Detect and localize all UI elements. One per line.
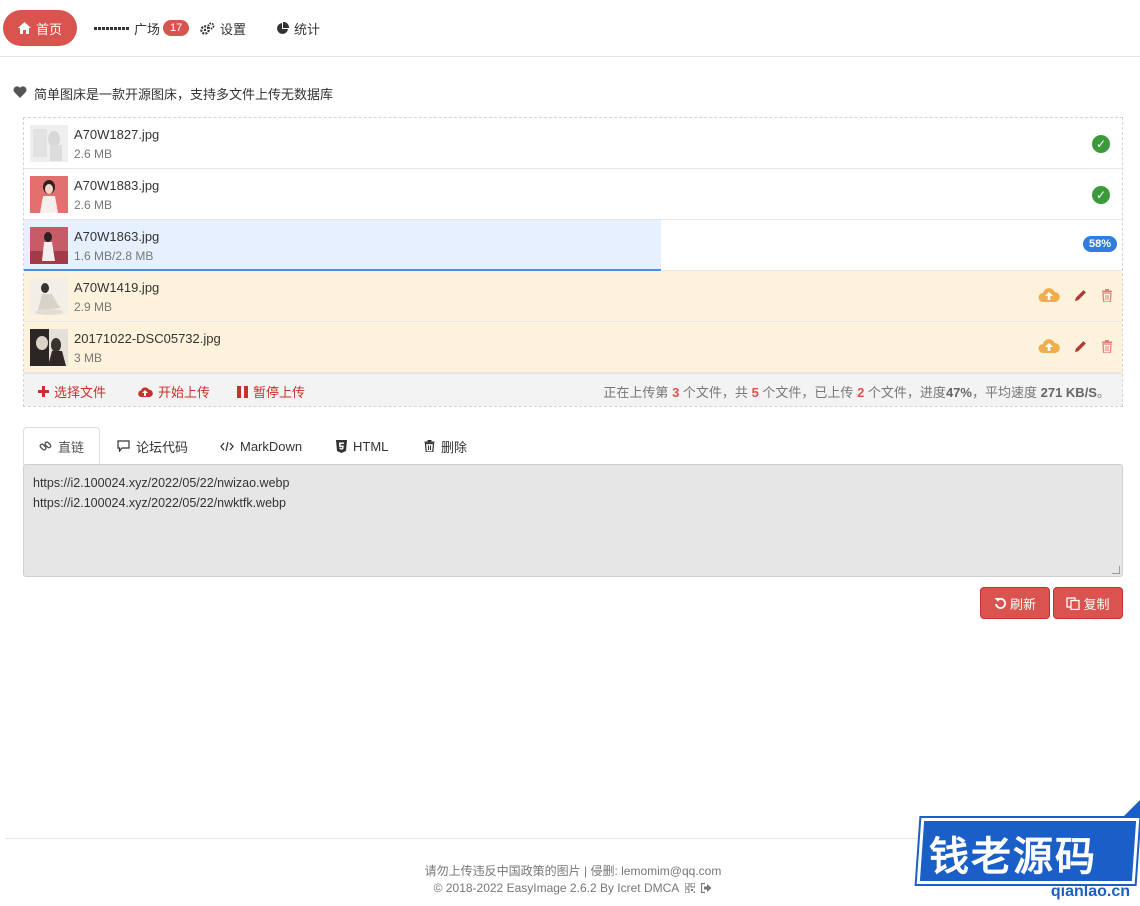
check-circle-icon: ✓: [1092, 135, 1110, 153]
gears-icon: [200, 22, 215, 35]
nav-settings-label: 设置: [220, 21, 247, 37]
status-total: 5: [751, 385, 759, 400]
html5-icon: [336, 439, 347, 453]
row-actions: [1024, 287, 1113, 303]
tab-delete-label: 删除: [441, 439, 468, 455]
nav-home[interactable]: 首页: [3, 10, 77, 46]
nav-home-label: 首页: [35, 21, 62, 37]
refresh-button[interactable]: 刷新: [980, 587, 1050, 619]
trash-icon: [424, 440, 435, 452]
watermark-url: qianlao.cn: [1050, 883, 1130, 900]
tab-delete[interactable]: 删除: [424, 427, 467, 465]
intro-text: 简单图床是一款开源图床，支持多文件上传无数据库: [13, 84, 333, 103]
tab-html[interactable]: HTML: [336, 427, 388, 465]
file-name: A70W1883.jpg: [74, 178, 160, 193]
link-line: https://i2.100024.xyz/2022/05/22/nwizao.…: [33, 476, 290, 490]
trash-icon[interactable]: [1101, 288, 1113, 302]
pause-upload-label: 暂停上传: [253, 385, 306, 400]
file-row-pending: 20171022-DSC05732.jpg 3 MB: [24, 322, 1122, 373]
file-size: 2.6 MB: [74, 198, 113, 212]
link-icon: [39, 440, 52, 453]
file-name: 20171022-DSC05732.jpg: [74, 331, 221, 346]
file-thumbnail: [30, 227, 68, 264]
file-name: A70W1863.jpg: [74, 229, 160, 244]
refresh-label: 刷新: [1009, 596, 1036, 612]
upload-queue: A70W1827.jpg 2.6 MB ✓ A70W1883.jpg 2.6 M…: [23, 117, 1123, 407]
copy-icon: [1066, 596, 1081, 610]
uploader-toolbar: 选择文件 开始上传 暂停上传 正在上传第 3 个文件，共 5 个文件，已上传 2…: [24, 373, 1122, 406]
link-format-tabs: 直链 论坛代码 MarkDown HTML 删除: [23, 427, 1123, 465]
start-upload-button[interactable]: 开始上传: [137, 382, 210, 401]
status-uploaded: 2: [857, 385, 865, 400]
file-row-uploading: A70W1863.jpg 1.6 MB/2.8 MB 58%: [24, 220, 1122, 271]
nav-plaza-label: 广场: [134, 21, 161, 37]
pause-icon: [237, 385, 248, 398]
watermark-logo: 钱老源码 qianlao.cn: [916, 800, 1140, 906]
home-icon: [17, 22, 31, 34]
file-row: A70W1883.jpg 2.6 MB ✓: [24, 169, 1122, 220]
heart-icon: [13, 86, 27, 101]
nav-stats[interactable]: 统计: [262, 10, 334, 46]
file-thumbnail: [30, 329, 68, 366]
status-current: 3: [672, 385, 680, 400]
progress-badge: 58%: [1082, 236, 1117, 252]
refresh-icon: [994, 597, 1007, 610]
nav-plaza[interactable]: 广场 17: [80, 10, 203, 46]
tab-forum-code[interactable]: 论坛代码: [117, 427, 188, 465]
watermark-text: 钱老源码: [929, 834, 1097, 880]
link-line: https://i2.100024.xyz/2022/05/22/nwktfk.…: [33, 496, 286, 510]
nav-stats-label: 统计: [294, 21, 321, 37]
tab-html-label: HTML: [353, 438, 389, 454]
tab-direct-link-label: 直链: [58, 439, 85, 455]
trash-icon[interactable]: [1101, 339, 1113, 353]
grid-icon: [94, 26, 129, 30]
file-row: A70W1827.jpg 2.6 MB ✓: [24, 118, 1122, 169]
file-thumbnail: [30, 125, 68, 162]
cloud-upload-icon[interactable]: [1038, 338, 1060, 354]
file-thumbnail: [30, 176, 68, 213]
cloud-upload-icon[interactable]: [1038, 287, 1060, 303]
comment-icon: [117, 440, 130, 452]
copy-button[interactable]: 复制: [1053, 587, 1123, 619]
resize-handle[interactable]: [1112, 566, 1120, 574]
tab-markdown-label: MarkDown: [240, 438, 303, 454]
pause-upload-button[interactable]: 暂停上传: [237, 382, 305, 401]
file-thumbnail: [30, 278, 68, 315]
file-size: 3 MB: [74, 351, 103, 365]
row-actions: [1024, 338, 1113, 354]
file-name: A70W1419.jpg: [74, 280, 160, 295]
tab-direct-link[interactable]: 直链: [23, 427, 101, 465]
file-size: 2.9 MB: [74, 300, 113, 314]
tab-markdown[interactable]: MarkDown: [220, 427, 302, 465]
file-size: 1.6 MB/2.8 MB: [74, 249, 154, 263]
status-speed: 271 KB/S: [1040, 385, 1097, 400]
footer-copyright-text: © 2018-2022 EasyImage 2.6.2 By Icret DMC…: [433, 881, 679, 895]
check-circle-icon: ✓: [1092, 186, 1110, 204]
file-row-pending: A70W1419.jpg 2.9 MB: [24, 271, 1122, 322]
nav-settings[interactable]: 设置: [186, 10, 260, 46]
select-files-button[interactable]: 选择文件: [38, 382, 106, 401]
cloud-upload-icon: [137, 386, 153, 398]
status-progress: 47%: [945, 385, 972, 400]
pencil-icon[interactable]: [1074, 340, 1087, 353]
start-upload-label: 开始上传: [158, 385, 211, 400]
sign-out-icon[interactable]: [701, 883, 712, 893]
pie-chart-icon: [276, 21, 289, 35]
copy-label: 复制: [1083, 596, 1110, 612]
pencil-icon[interactable]: [1074, 289, 1087, 302]
file-size: 2.6 MB: [74, 147, 113, 161]
links-output-textarea[interactable]: https://i2.100024.xyz/2022/05/22/nwizao.…: [23, 464, 1123, 577]
upload-status: 正在上传第 3 个文件，共 5 个文件，已上传 2 个文件，进度47%，平均速度…: [603, 385, 1110, 400]
code-icon: [220, 441, 234, 452]
intro-label: 简单图床是一款开源图床，支持多文件上传无数据库: [34, 87, 334, 102]
select-files-label: 选择文件: [54, 385, 107, 400]
plus-icon: [38, 386, 49, 397]
top-nav: 首页 广场 17 设置 统计: [0, 0, 1140, 57]
qrcode-icon[interactable]: [684, 883, 695, 893]
file-name: A70W1827.jpg: [74, 127, 160, 142]
tab-forum-label: 论坛代码: [136, 439, 189, 455]
